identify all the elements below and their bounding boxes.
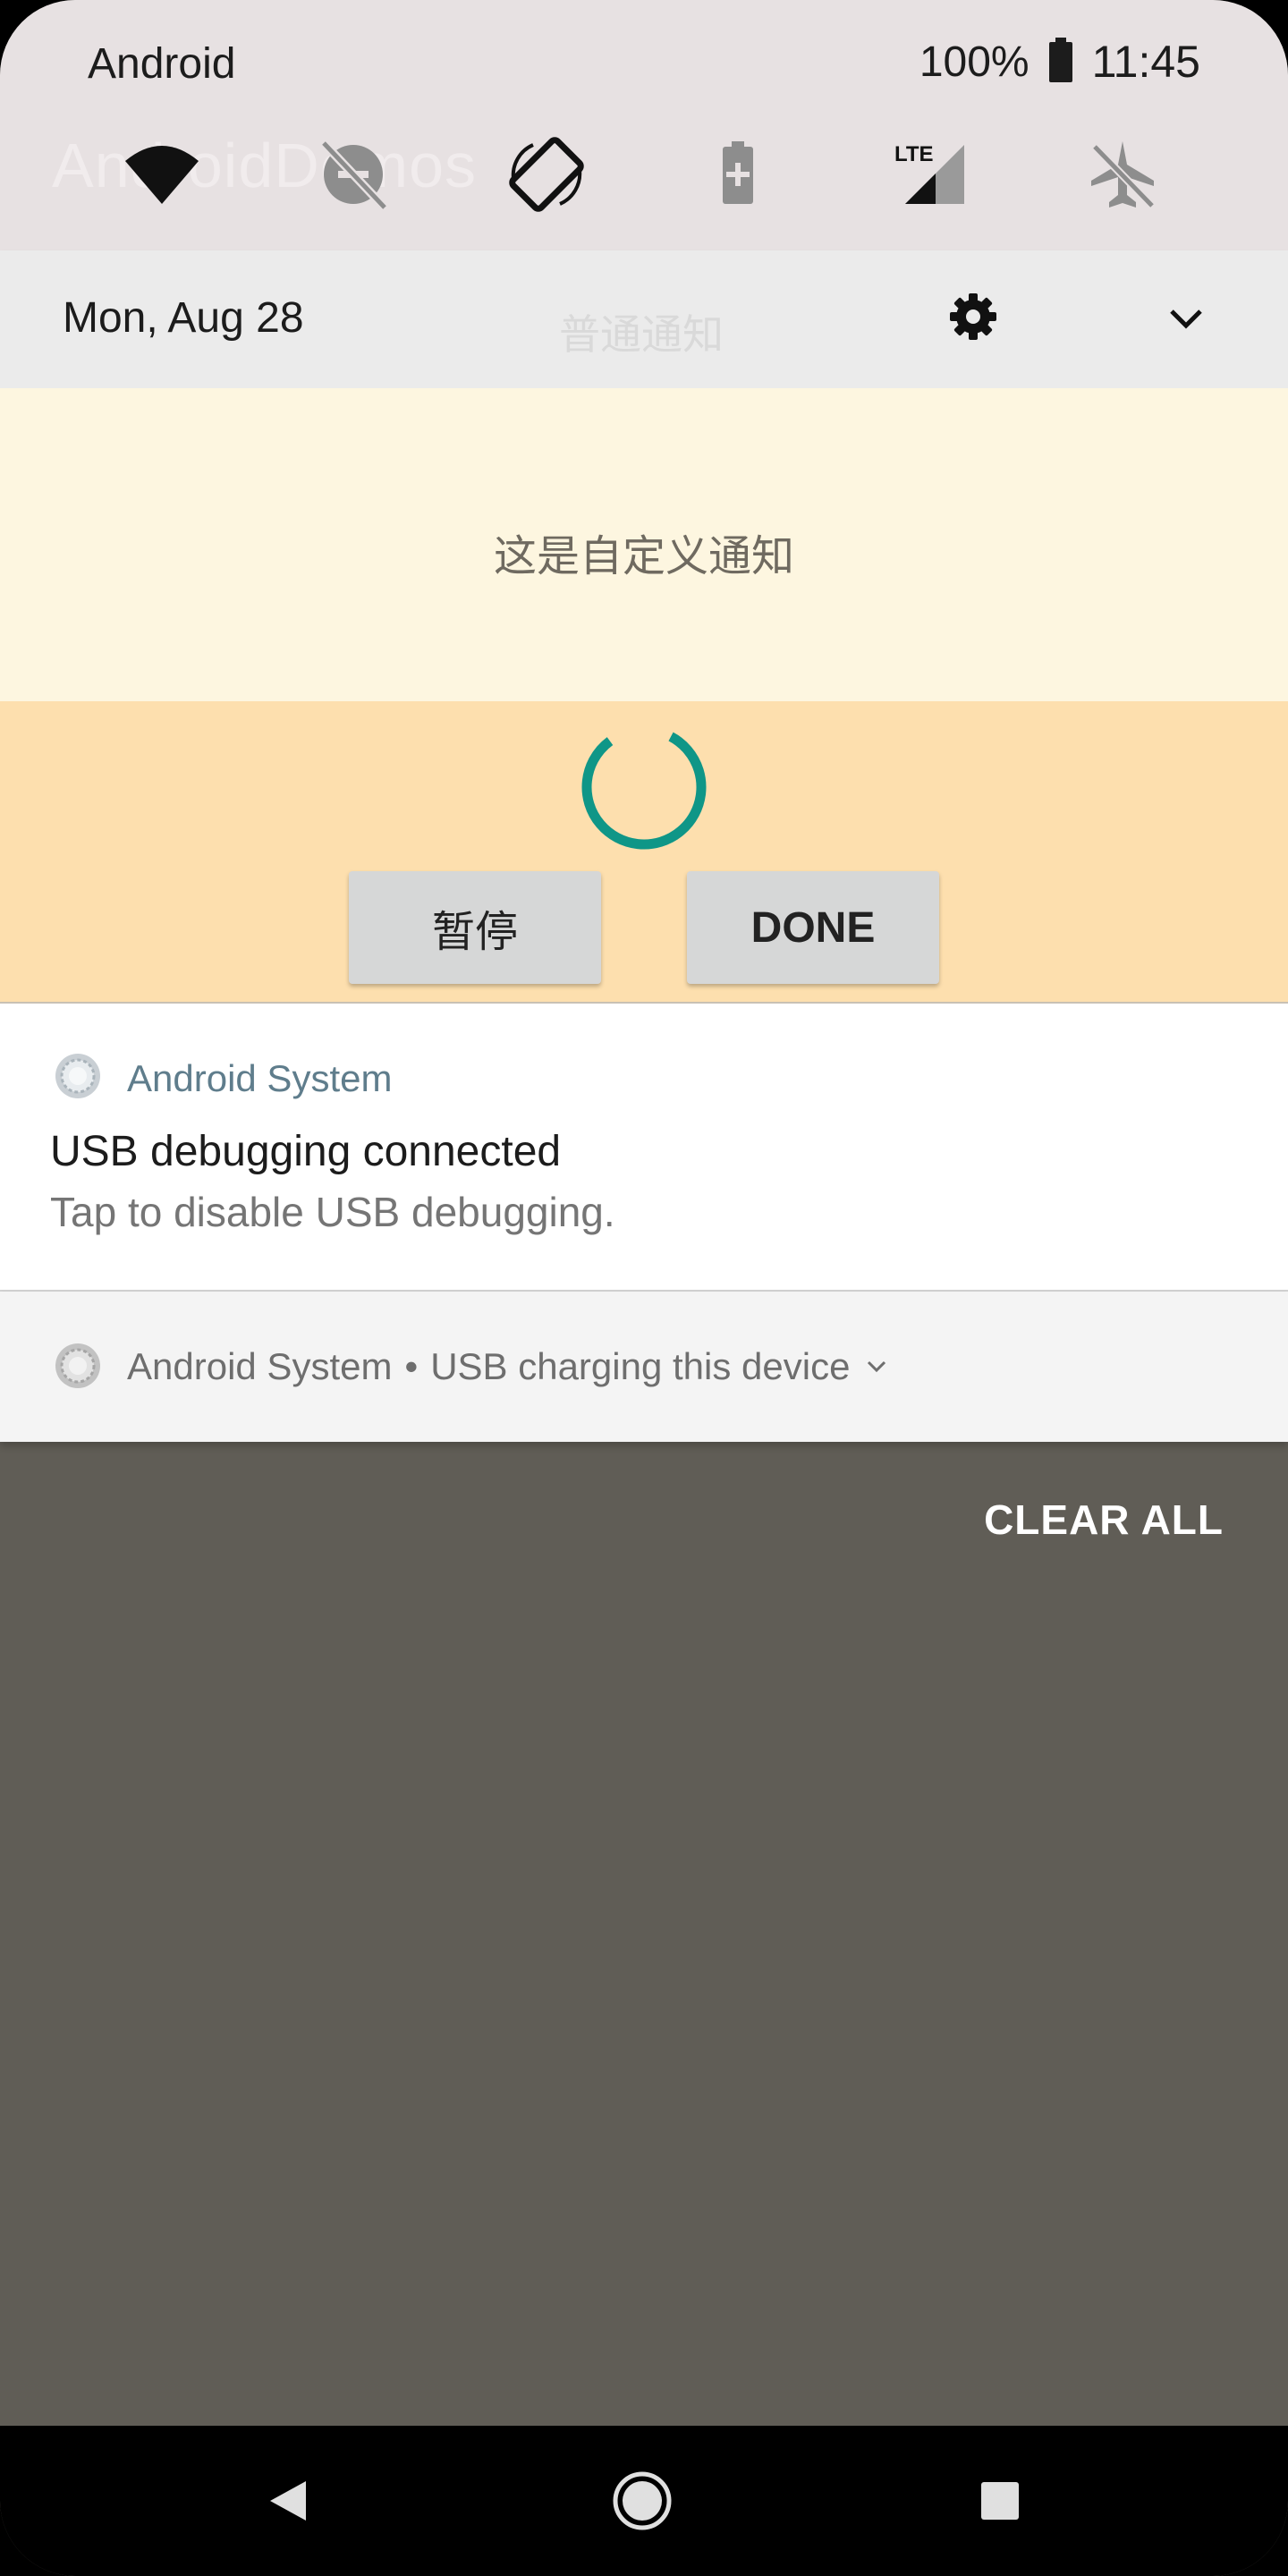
- app-name: Android System: [127, 1057, 393, 1099]
- airplane-mode-off-icon[interactable]: [1082, 134, 1163, 215]
- mobile-data-lte-icon[interactable]: LTE: [891, 134, 971, 215]
- battery-icon: [1047, 37, 1074, 87]
- quick-settings-panel: AndroidDemos Android 100% 11:45 LTE: [0, 0, 1288, 250]
- status-indicators: 100% 11:45: [919, 36, 1200, 88]
- notification-title: USB debugging connected: [50, 1128, 562, 1175]
- usb-charging-notification[interactable]: Android System • USB charging this devic…: [0, 1292, 1288, 1442]
- navigation-bar: [0, 2426, 1288, 2576]
- device-screen: AndroidDemos Android 100% 11:45 LTE 普通通知…: [0, 0, 1288, 2576]
- usb-debugging-notification[interactable]: Android System USB debugging connected T…: [0, 1004, 1288, 1292]
- notification-text: Tap to disable USB debugging.: [50, 1189, 615, 1235]
- custom-notification-header[interactable]: 这是自定义通知: [0, 388, 1288, 701]
- recents-square-icon[interactable]: [968, 2469, 1032, 2533]
- battery-saver-icon[interactable]: [698, 134, 778, 215]
- auto-rotate-icon[interactable]: [506, 134, 587, 215]
- do-not-disturb-off-icon[interactable]: [313, 134, 394, 215]
- android-system-icon: [54, 1052, 102, 1100]
- date-bar: 普通通知 Mon, Aug 28: [0, 250, 1288, 388]
- lte-label: LTE: [894, 142, 934, 166]
- app-name: Android System: [127, 1345, 393, 1387]
- background-app-subtitle: 普通通知: [559, 311, 724, 358]
- progress-spinner: [581, 724, 707, 850]
- background-app-title: AndroidDemos: [52, 131, 477, 200]
- separator-dot: •: [404, 1345, 419, 1387]
- wifi-icon[interactable]: [122, 134, 202, 215]
- clear-all-button[interactable]: CLEAR ALL: [984, 1496, 1224, 1544]
- custom-notification-text: 这是自定义通知: [493, 533, 794, 580]
- back-triangle-icon[interactable]: [254, 2469, 318, 2533]
- pause-button[interactable]: 暂停: [349, 871, 601, 984]
- battery-percent: 100%: [919, 38, 1030, 86]
- home-circle-icon[interactable]: [610, 2469, 674, 2533]
- done-button[interactable]: DONE: [687, 871, 939, 984]
- date-label[interactable]: Mon, Aug 28: [63, 293, 304, 343]
- chevron-down-icon[interactable]: [1165, 297, 1208, 340]
- usb-charging-summary-line: Android System • USB charging this devic…: [127, 1345, 891, 1388]
- clock: 11:45: [1091, 37, 1200, 87]
- android-system-icon: [54, 1342, 102, 1390]
- custom-notification-actions: 暂停 DONE: [0, 701, 1288, 1004]
- gear-icon[interactable]: [946, 290, 1000, 343]
- carrier-label: Android: [88, 40, 236, 88]
- notification-summary: USB charging this device: [430, 1345, 851, 1387]
- chevron-down-icon[interactable]: [862, 1352, 891, 1381]
